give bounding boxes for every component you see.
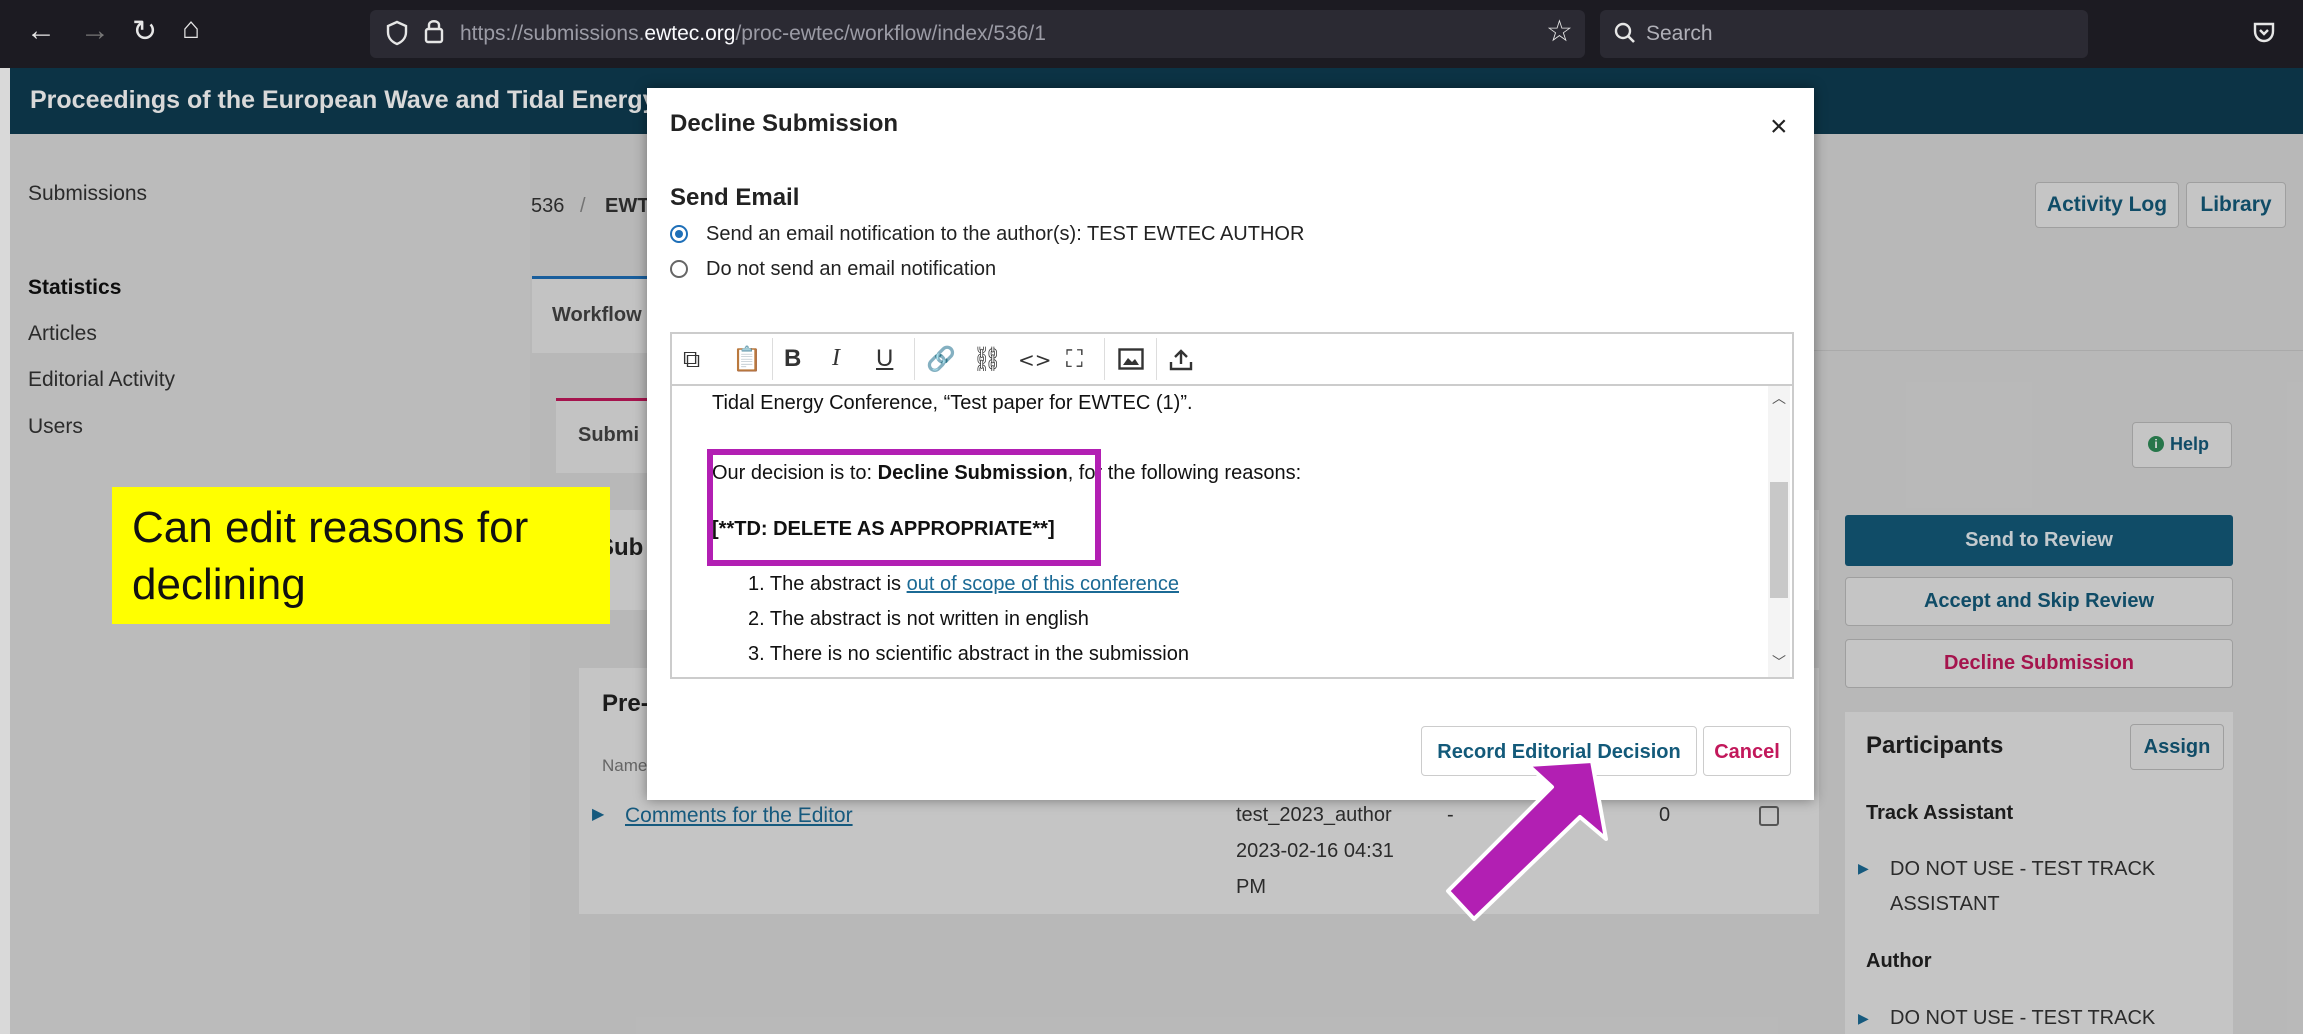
cancel-button[interactable]: Cancel [1703, 726, 1791, 776]
paste-icon[interactable]: 📋 [732, 345, 762, 373]
radio-send-email[interactable] [670, 225, 688, 243]
toolbar-separator [1156, 338, 1157, 380]
send-email-heading: Send Email [670, 184, 800, 211]
radio-send-email-label[interactable]: Send an email notification to the author… [706, 223, 1304, 246]
link-icon[interactable]: 🔗 [926, 345, 956, 373]
scroll-down-icon[interactable]: ﹀ [1772, 652, 1786, 672]
search-icon [1614, 22, 1636, 49]
radio-no-email[interactable] [670, 260, 688, 278]
bookmark-star-icon[interactable]: ☆ [1546, 14, 1573, 49]
underline-icon[interactable]: U [876, 345, 893, 373]
code-icon[interactable]: <> [1018, 348, 1052, 372]
toolbar-separator [772, 338, 773, 380]
url-text[interactable]: https://submissions.ewtec.org/proc-ewtec… [460, 22, 1046, 46]
reload-icon[interactable]: ↻ [132, 14, 157, 49]
scroll-up-icon[interactable]: ︿ [1772, 388, 1786, 408]
upload-icon[interactable] [1168, 348, 1194, 377]
bold-icon[interactable]: B [784, 345, 801, 373]
editor-reason-1: 1. The abstract is out of scope of this … [748, 573, 1179, 595]
editor-scrollbar-thumb[interactable] [1770, 482, 1788, 598]
copy-icon[interactable]: ⧉ [683, 345, 700, 373]
annotation-highlight-box [707, 449, 1101, 566]
annotation-callout: Can edit reasons for declining [112, 487, 610, 624]
forward-icon[interactable]: → [80, 14, 110, 48]
editor-line-conference: Tidal Energy Conference, “Test paper for… [712, 392, 1193, 414]
editor-reason-3: 3. There is no scientific abstract in th… [748, 643, 1189, 665]
close-icon[interactable]: × [1770, 110, 1788, 144]
lock-icon[interactable] [424, 18, 444, 49]
toolbar-separator [914, 338, 915, 380]
annotation-arrow-icon [1440, 755, 1620, 930]
fullscreen-icon[interactable]: ⛶ [1066, 345, 1083, 373]
editor-toolbar [672, 334, 1792, 386]
unlink-icon[interactable]: ⛓ [972, 345, 1002, 373]
editor-reason-2: 2. The abstract is not written in englis… [748, 608, 1089, 630]
modal-title: Decline Submission [670, 110, 899, 137]
search-placeholder: Search [1646, 22, 1713, 45]
radio-no-email-label[interactable]: Do not send an email notification [706, 258, 996, 281]
pocket-icon[interactable] [2252, 20, 2276, 49]
back-icon[interactable]: ← [26, 14, 56, 48]
italic-icon[interactable]: I [832, 345, 840, 372]
toolbar-separator [1104, 338, 1105, 380]
shield-icon[interactable] [386, 20, 408, 51]
image-icon[interactable] [1118, 348, 1144, 375]
out-of-scope-link[interactable]: out of scope of this conference [907, 573, 1179, 595]
home-icon[interactable]: ⌂ [182, 12, 200, 46]
